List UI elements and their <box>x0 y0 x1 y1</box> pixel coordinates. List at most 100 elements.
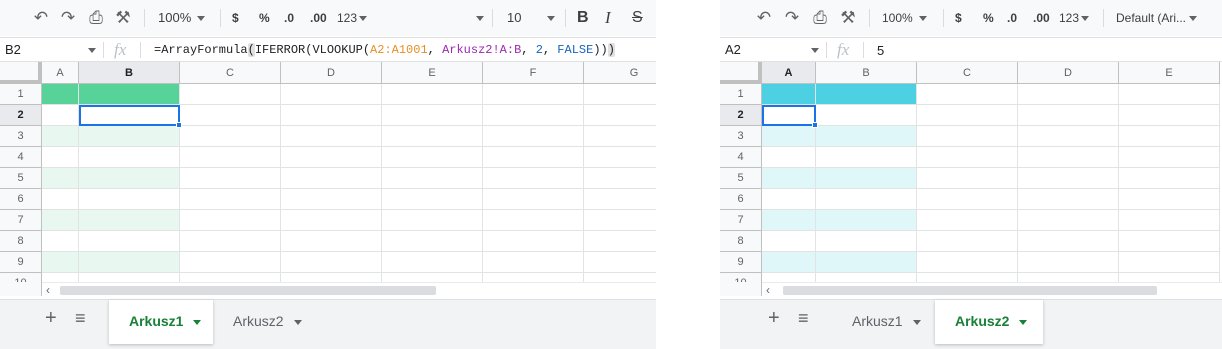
redo-icon[interactable]: ↷ <box>782 8 802 28</box>
cell-a8[interactable] <box>42 231 79 252</box>
add-sheet-icon[interactable]: + <box>45 308 57 328</box>
cell-f4[interactable] <box>483 147 584 168</box>
italic-button[interactable]: I <box>605 8 611 28</box>
cell-c1[interactable] <box>917 84 1018 105</box>
cell-g3[interactable] <box>584 126 656 147</box>
cell-c1[interactable] <box>180 84 281 105</box>
cell-g8[interactable] <box>584 231 656 252</box>
select-all-corner[interactable] <box>0 62 42 84</box>
decrease-decimal-button[interactable]: .0 <box>1007 8 1017 28</box>
cell-e2[interactable] <box>382 105 483 126</box>
cell-a2[interactable] <box>762 105 816 126</box>
cell-b4[interactable] <box>816 147 917 168</box>
cell-g1[interactable] <box>584 84 656 105</box>
cell-a5[interactable] <box>42 168 79 189</box>
cell-a5[interactable] <box>762 168 816 189</box>
cell-a9[interactable] <box>42 252 79 273</box>
cell-g4[interactable] <box>584 147 656 168</box>
row-header-9[interactable]: 9 <box>720 252 762 273</box>
cell-g5[interactable] <box>584 168 656 189</box>
cell-a1[interactable] <box>762 84 816 105</box>
chevron-down-icon[interactable] <box>88 48 96 53</box>
row-header-5[interactable]: 5 <box>720 168 762 189</box>
column-header-a[interactable]: A <box>762 62 816 84</box>
cell-d6[interactable] <box>1018 189 1119 210</box>
cell-d8[interactable] <box>1018 231 1119 252</box>
cell-c5[interactable] <box>917 168 1018 189</box>
cell-f7[interactable] <box>483 210 584 231</box>
cell-d7[interactable] <box>1018 210 1119 231</box>
row-header-5[interactable]: 5 <box>0 168 42 189</box>
cell-a2[interactable] <box>42 105 79 126</box>
cell-c3[interactable] <box>180 126 281 147</box>
row-header-2[interactable]: 2 <box>0 105 42 126</box>
column-header-c[interactable]: C <box>180 62 281 84</box>
row-header-9[interactable]: 9 <box>0 252 42 273</box>
row-header-7[interactable]: 7 <box>0 210 42 231</box>
column-header-a[interactable]: A <box>42 62 79 84</box>
cell-b8[interactable] <box>79 231 180 252</box>
cell-c5[interactable] <box>180 168 281 189</box>
row-header-3[interactable]: 3 <box>720 126 762 147</box>
print-icon[interactable]: ⎙ <box>86 8 106 28</box>
chevron-down-icon[interactable] <box>193 319 202 325</box>
cell-c6[interactable] <box>180 189 281 210</box>
paint-format-icon[interactable]: ⚒ <box>113 8 133 28</box>
chevron-left-icon[interactable]: ‹ <box>46 283 50 297</box>
cell-d6[interactable] <box>281 189 382 210</box>
cell-a6[interactable] <box>762 189 816 210</box>
select-all-corner[interactable] <box>720 62 762 84</box>
cell-a4[interactable] <box>42 147 79 168</box>
cell-d4[interactable] <box>281 147 382 168</box>
chevron-down-icon[interactable] <box>912 319 921 325</box>
cell-b5[interactable] <box>816 168 917 189</box>
cell-f5[interactable] <box>483 168 584 189</box>
row-header-4[interactable]: 4 <box>720 147 762 168</box>
cell-b1[interactable] <box>816 84 917 105</box>
cell-b2[interactable] <box>79 105 180 126</box>
cell-d2[interactable] <box>1018 105 1119 126</box>
cell-a1[interactable] <box>42 84 79 105</box>
cell-d9[interactable] <box>1018 252 1119 273</box>
cell-c7[interactable] <box>917 210 1018 231</box>
cell-c7[interactable] <box>180 210 281 231</box>
cell-a4[interactable] <box>762 147 816 168</box>
cell-d5[interactable] <box>281 168 382 189</box>
scrollbar-thumb[interactable] <box>783 286 1157 295</box>
row-header-2[interactable]: 2 <box>720 105 762 126</box>
column-header-b[interactable]: B <box>79 62 180 84</box>
cell-c4[interactable] <box>917 147 1018 168</box>
bold-button[interactable]: B <box>577 8 589 28</box>
cell-g7[interactable] <box>584 210 656 231</box>
more-formats-select[interactable]: 123 <box>337 8 368 28</box>
row-header-6[interactable]: 6 <box>720 189 762 210</box>
cell-f1[interactable] <box>483 84 584 105</box>
undo-icon[interactable]: ↶ <box>754 8 774 28</box>
percent-format-button[interactable]: % <box>983 8 994 28</box>
cell-f8[interactable] <box>483 231 584 252</box>
sheet-tab-arkusz2[interactable]: Arkusz2 <box>213 300 317 344</box>
cell-d9[interactable] <box>281 252 382 273</box>
scrollbar-thumb[interactable] <box>60 286 436 295</box>
cell-d1[interactable] <box>1018 84 1119 105</box>
cell-e3[interactable] <box>1119 126 1220 147</box>
cell-c2[interactable] <box>917 105 1018 126</box>
cell-b9[interactable] <box>79 252 180 273</box>
cell-e7[interactable] <box>382 210 483 231</box>
cell-f6[interactable] <box>483 189 584 210</box>
row-header-1[interactable]: 1 <box>0 84 42 105</box>
print-icon[interactable]: ⎙ <box>810 8 830 28</box>
cell-e9[interactable] <box>1119 252 1220 273</box>
sheet-tab-arkusz2[interactable]: Arkusz2 <box>935 300 1043 344</box>
font-select[interactable] <box>470 8 484 28</box>
cell-a6[interactable] <box>42 189 79 210</box>
cell-e1[interactable] <box>1119 84 1220 105</box>
row-header-8[interactable]: 8 <box>720 231 762 252</box>
currency-format-button[interactable]: $ <box>955 8 962 28</box>
add-sheet-icon[interactable]: + <box>768 308 780 328</box>
chevron-left-icon[interactable]: ‹ <box>766 283 770 297</box>
cell-c8[interactable] <box>917 231 1018 252</box>
row-header-7[interactable]: 7 <box>720 210 762 231</box>
column-header-g[interactable]: G <box>584 62 656 84</box>
paint-format-icon[interactable]: ⚒ <box>838 8 858 28</box>
